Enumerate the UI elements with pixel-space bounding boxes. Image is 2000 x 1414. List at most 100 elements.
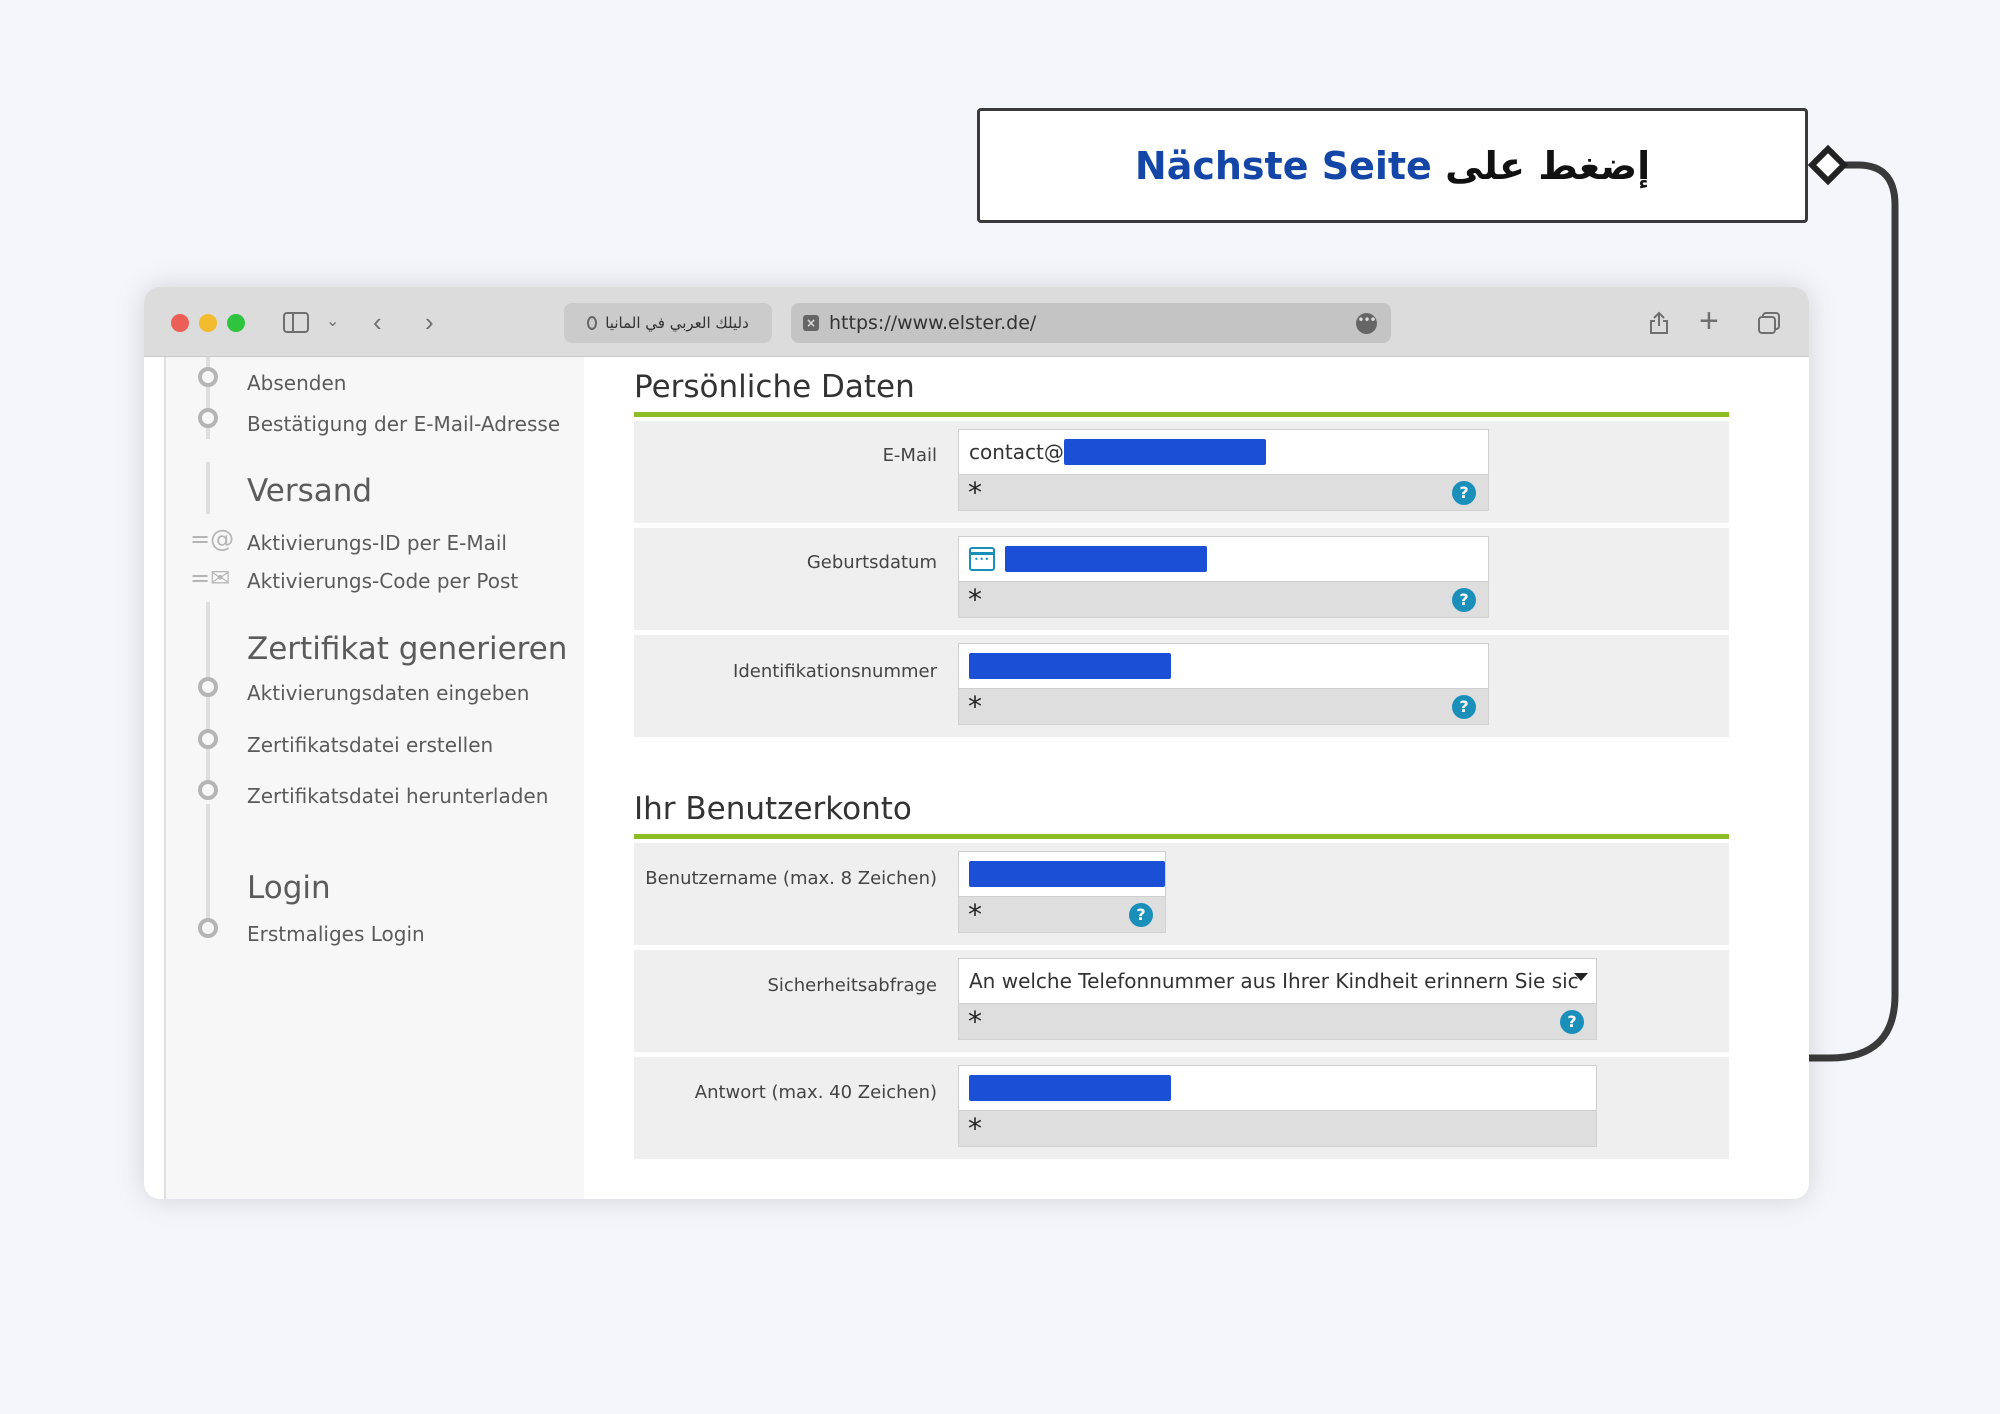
birthdate-field[interactable] (958, 536, 1489, 582)
step-activation-id-email: Aktivierungs-ID per E-Mail (247, 531, 507, 555)
birthdate-label: Geburtsdatum (806, 552, 937, 573)
step-enter-activation-data: Aktivierungsdaten eingeben (247, 681, 530, 705)
security-question-label: Sicherheitsabfrage (767, 975, 937, 996)
username-field[interactable] (958, 851, 1166, 897)
section-title-account: Ihr Benutzerkonto (634, 791, 912, 827)
help-icon[interactable]: ? (1452, 588, 1476, 612)
step-absenden: Absenden (247, 371, 347, 395)
redaction-mark (969, 653, 1171, 679)
step-create-certificate: Zertifikatsdatei erstellen (247, 733, 494, 757)
username-row: Benutzername (max. 8 Zeichen) * ? (634, 843, 1729, 945)
step-email-confirmation: Bestätigung der E-Mail-Adresse (247, 412, 561, 436)
more-options-icon[interactable]: ••• (1356, 313, 1377, 334)
redaction-mark (969, 1075, 1171, 1101)
step-marker (198, 780, 218, 800)
help-icon[interactable]: ? (1452, 695, 1476, 719)
progress-sidebar: Absenden Bestätigung der E-Mail-Adresse … (164, 357, 584, 1199)
site-favicon-icon: × (803, 315, 819, 331)
id-number-field[interactable] (958, 643, 1489, 689)
step-first-login: Erstmaliges Login (247, 922, 425, 946)
email-row: E-Mail contact@ * ? (634, 421, 1729, 523)
required-asterisk: * (968, 898, 982, 931)
step-marker (198, 408, 218, 428)
registration-form: Persönliche Daten E-Mail contact@ * ? Ge… (584, 357, 1809, 1199)
chevron-down-icon[interactable]: ⌄ (326, 305, 339, 339)
forward-icon[interactable]: › (425, 305, 434, 339)
username-field-group: * ? (958, 851, 1166, 933)
email-field-meta: * ? (958, 475, 1489, 511)
step-marker (198, 677, 218, 697)
required-asterisk: * (968, 1112, 982, 1145)
browser-window: ⌄ ‹ › دليلك العربي في المانيا × https://… (144, 287, 1809, 1199)
minimize-window-button[interactable] (199, 314, 217, 332)
share-icon[interactable] (1649, 311, 1669, 335)
email-field-group: contact@ * ? (958, 429, 1489, 511)
step-download-certificate: Zertifikatsdatei herunterladen (247, 784, 549, 808)
answer-field-group: * (958, 1065, 1597, 1147)
email-field[interactable]: contact@ (958, 429, 1489, 475)
id-number-label: Identifikationsnummer (733, 661, 937, 682)
security-question-value: An welche Telefonnummer aus Ihrer Kindhe… (969, 969, 1579, 993)
instruction-prefix: إضغط على (1445, 143, 1651, 188)
answer-label: Antwort (max. 40 Zeichen) (694, 1082, 937, 1103)
help-icon[interactable]: ? (1129, 903, 1153, 927)
redaction-mark (1005, 546, 1207, 572)
email-at-icon: =@ (190, 525, 235, 553)
section-title-personal: Persönliche Daten (634, 369, 915, 405)
close-window-button[interactable] (171, 314, 189, 332)
tab-arabic-guide[interactable]: دليلك العربي في المانيا (564, 303, 772, 343)
step-marker (198, 918, 218, 938)
step-activation-code-post: Aktivierungs-Code per Post (247, 569, 519, 593)
answer-field-meta: * (958, 1111, 1597, 1147)
section-divider (634, 834, 1729, 839)
calendar-icon[interactable] (969, 547, 995, 571)
section-divider (634, 412, 1729, 417)
browser-toolbar: ⌄ ‹ › دليلك العربي في المانيا × https://… (144, 287, 1809, 357)
birthdate-field-group: * ? (958, 536, 1489, 618)
maximize-window-button[interactable] (227, 314, 245, 332)
step-marker (198, 367, 218, 387)
required-asterisk: * (968, 690, 982, 723)
instruction-callout: إضغط على Nächste Seite (977, 108, 1808, 223)
section-heading-zertifikat: Zertifikat generieren (247, 631, 568, 667)
help-icon[interactable]: ? (1452, 481, 1476, 505)
username-field-meta: * ? (958, 897, 1166, 933)
tab-title: دليلك العربي في المانيا (605, 314, 749, 332)
section-heading-versand: Versand (247, 473, 373, 509)
id-number-field-group: * ? (958, 643, 1489, 725)
step-marker (198, 729, 218, 749)
id-number-field-meta: * ? (958, 689, 1489, 725)
progress-line (206, 462, 210, 514)
required-asterisk: * (968, 583, 982, 616)
envelope-post-icon: =✉ (190, 564, 231, 592)
security-question-field-group: An welche Telefonnummer aus Ihrer Kindhe… (958, 958, 1597, 1040)
birthdate-field-meta: * ? (958, 582, 1489, 618)
required-asterisk: * (968, 476, 982, 509)
progress-line (206, 804, 210, 919)
location-pin-icon (587, 316, 598, 330)
username-label: Benutzername (max. 8 Zeichen) (645, 868, 937, 889)
answer-row: Antwort (max. 40 Zeichen) * (634, 1057, 1729, 1159)
security-question-field-meta: * ? (958, 1004, 1597, 1040)
tab-overview-icon[interactable] (1757, 311, 1781, 335)
address-bar[interactable]: × https://www.elster.de/ ••• (791, 303, 1391, 343)
answer-field[interactable] (958, 1065, 1597, 1111)
birthdate-row: Geburtsdatum * ? (634, 528, 1729, 630)
back-icon[interactable]: ‹ (373, 305, 382, 339)
redaction-mark (969, 861, 1165, 887)
url-text: https://www.elster.de/ (829, 312, 1037, 334)
new-tab-icon[interactable]: + (1699, 301, 1719, 341)
instruction-button-name: Nächste Seite (1134, 143, 1432, 188)
email-value: contact@ (969, 440, 1064, 464)
instruction-text: إضغط على Nächste Seite (1135, 144, 1650, 188)
dropdown-arrow-icon[interactable] (1574, 973, 1588, 981)
required-asterisk: * (968, 1005, 982, 1038)
security-question-row: Sicherheitsabfrage An welche Telefonnumm… (634, 950, 1729, 1052)
redaction-mark (1063, 439, 1266, 465)
section-heading-login: Login (247, 870, 331, 906)
security-question-select[interactable]: An welche Telefonnummer aus Ihrer Kindhe… (958, 958, 1597, 1004)
email-label: E-Mail (882, 445, 937, 466)
id-number-row: Identifikationsnummer * ? (634, 635, 1729, 737)
help-icon[interactable]: ? (1560, 1010, 1584, 1034)
sidebar-toggle-icon[interactable] (283, 312, 309, 333)
